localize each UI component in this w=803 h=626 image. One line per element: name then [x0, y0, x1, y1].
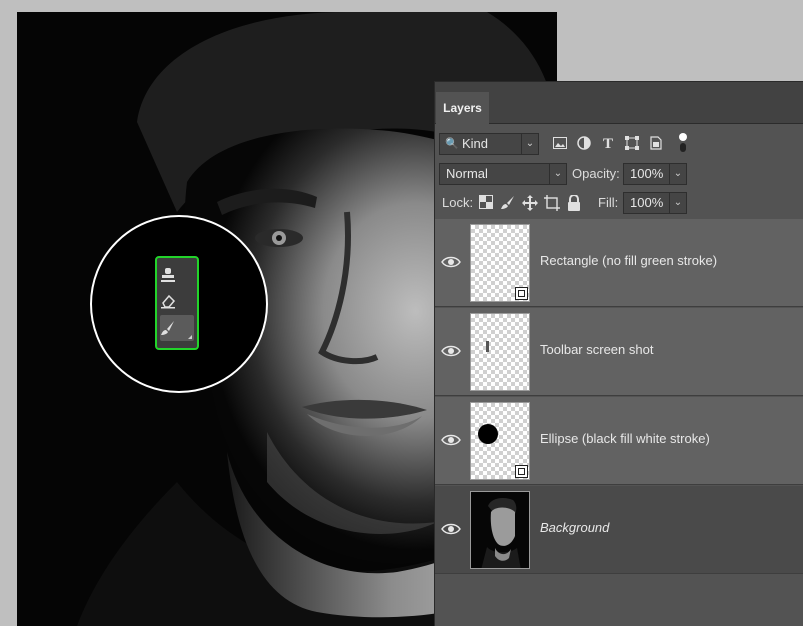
- chevron-down-icon[interactable]: ⌄: [669, 164, 686, 184]
- layer-name: Rectangle (no fill green stroke): [540, 253, 718, 268]
- opacity-value: 100%: [630, 166, 664, 181]
- type-filter-icon[interactable]: T: [600, 136, 616, 152]
- visibility-eye-icon[interactable]: [441, 522, 461, 536]
- shape-filter-icon[interactable]: [624, 136, 640, 152]
- image-filter-icon[interactable]: [552, 136, 568, 152]
- lock-row: Lock: Fill: 100% ⌄: [435, 191, 803, 215]
- layer-row-toolbar[interactable]: Toolbar screen shot: [435, 308, 803, 396]
- toolbar-thumbnail-mark: [486, 341, 489, 352]
- layer-name: Toolbar screen shot: [540, 342, 654, 357]
- background-thumbnail-photo: [471, 492, 529, 568]
- opacity-label: Opacity:: [572, 166, 620, 181]
- layer-thumbnail: [470, 402, 530, 480]
- lock-label: Lock:: [442, 195, 474, 210]
- shape-layer-badge-icon: [515, 287, 528, 300]
- lock-position-icon[interactable]: [522, 195, 538, 211]
- layer-name: Background: [540, 520, 610, 535]
- filter-row: 🔍 Kind ⌄ T: [435, 132, 803, 156]
- chevron-down-icon: ⌄: [521, 134, 538, 154]
- shape-layer-badge-icon: [515, 465, 528, 478]
- lock-image-pixels-icon[interactable]: [500, 195, 516, 211]
- layer-thumbnail: [470, 313, 530, 391]
- blend-row: Normal ⌄ Opacity: 100% ⌄: [435, 162, 803, 186]
- layer-list: Rectangle (no fill green stroke) Toolbar…: [435, 219, 803, 574]
- clone-stamp-tool-icon: [160, 262, 194, 288]
- chevron-down-icon: ⌄: [549, 164, 566, 184]
- smart-object-filter-icon[interactable]: [648, 136, 664, 152]
- eraser-tool-icon: [160, 288, 194, 314]
- layer-name: Ellipse (black fill white stroke): [540, 431, 710, 446]
- layer-thumbnail: [470, 491, 530, 569]
- layer-thumbnail: [470, 224, 530, 302]
- layer-row-ellipse[interactable]: Ellipse (black fill white stroke): [435, 397, 803, 485]
- lock-artboard-icon[interactable]: [544, 195, 560, 211]
- blend-mode-value: Normal: [446, 166, 488, 181]
- visibility-eye-icon[interactable]: [441, 344, 461, 358]
- visibility-eye-icon[interactable]: [441, 255, 461, 269]
- filter-toggle-icon[interactable]: [675, 132, 691, 152]
- ellipse-thumbnail-mark: [478, 424, 498, 444]
- panel-tab-bar: Layers: [435, 82, 803, 124]
- chevron-down-icon[interactable]: ⌄: [669, 193, 686, 213]
- brush-tool-icon: [160, 315, 194, 341]
- visibility-eye-icon[interactable]: [441, 433, 461, 447]
- layer-row-rectangle[interactable]: Rectangle (no fill green stroke): [435, 219, 803, 307]
- filter-kind-value: Kind: [462, 136, 489, 151]
- layers-panel: Layers 🔍 Kind ⌄ T Normal ⌄ Opacity: 100%…: [434, 81, 803, 626]
- lock-all-icon[interactable]: [566, 194, 582, 211]
- lock-transparent-pixels-icon[interactable]: [478, 195, 494, 211]
- fill-input[interactable]: 100% ⌄: [623, 192, 687, 214]
- search-icon: 🔍: [445, 138, 459, 150]
- tab-layers[interactable]: Layers: [436, 92, 489, 124]
- layer-row-background[interactable]: Background: [435, 486, 803, 574]
- adjustment-filter-icon[interactable]: [576, 136, 592, 152]
- toolbar-highlight-rectangle: [155, 256, 199, 350]
- fill-value: 100%: [630, 195, 664, 210]
- filter-kind-select[interactable]: 🔍 Kind ⌄: [439, 133, 539, 155]
- fill-label: Fill:: [598, 195, 619, 210]
- opacity-input[interactable]: 100% ⌄: [623, 163, 687, 185]
- blend-mode-select[interactable]: Normal ⌄: [439, 163, 567, 185]
- toolbar-callout-ellipse: [90, 215, 268, 393]
